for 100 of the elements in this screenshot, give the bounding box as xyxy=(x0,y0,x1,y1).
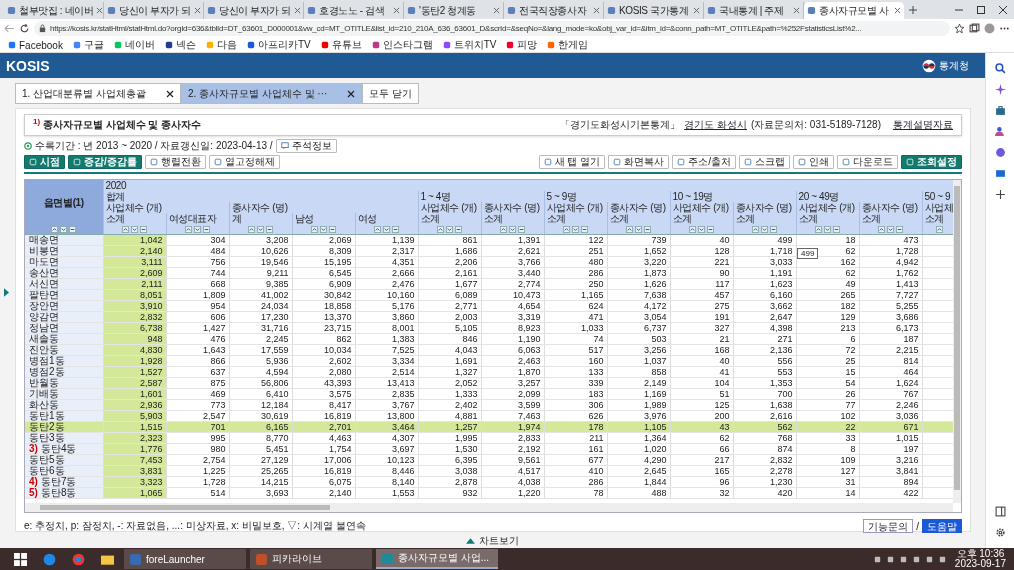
bookmark-link[interactable]: 한게임 xyxy=(547,38,589,52)
notes-button[interactable]: 주석정보 xyxy=(275,139,337,153)
close-icon[interactable] xyxy=(998,4,1008,15)
sort-descending-button[interactable] xyxy=(509,225,516,233)
sort-descending-button[interactable] xyxy=(60,225,68,233)
search-icon[interactable] xyxy=(994,63,1006,74)
sort-descending-button[interactable] xyxy=(383,225,390,233)
toolbar-button[interactable]: 스크랩 xyxy=(739,155,790,169)
reset-sort-button[interactable] xyxy=(140,225,147,233)
chart-toggle-button[interactable]: 차트보기 xyxy=(462,534,523,548)
clock[interactable]: 오후 10:36 2023-09-17 xyxy=(954,549,1006,569)
collections-icon[interactable] xyxy=(969,23,980,34)
bookmark-link[interactable]: 인스타그램 xyxy=(371,38,433,52)
toolbar-button[interactable]: 화면복사 xyxy=(608,155,670,169)
sort-descending-button[interactable] xyxy=(887,225,894,233)
site-logo[interactable]: KOSIS xyxy=(6,57,50,74)
footnote-mark[interactable]: 5) xyxy=(29,487,38,498)
toolbar-button[interactable]: 증감/증감률 xyxy=(68,155,142,169)
sort-descending-button[interactable] xyxy=(320,225,327,233)
taskbar-app[interactable]: foreLauncher xyxy=(124,549,246,569)
reset-sort-button[interactable] xyxy=(707,225,714,233)
horizontal-scrollbar[interactable] xyxy=(25,503,953,512)
sort-ascending-button[interactable] xyxy=(563,225,570,233)
reset-sort-button[interactable] xyxy=(392,225,399,233)
circle-app-icon[interactable] xyxy=(994,147,1006,158)
settings-icon[interactable] xyxy=(994,527,1006,538)
start-icon[interactable] xyxy=(14,552,27,566)
sparkle-icon[interactable] xyxy=(994,84,1006,95)
plus-icon[interactable] xyxy=(994,189,1006,200)
maximize-icon[interactable] xyxy=(976,4,986,15)
sort-ascending-button[interactable] xyxy=(185,225,192,233)
sort-ascending-button[interactable] xyxy=(752,225,759,233)
bookmark-link[interactable]: 넥슨 xyxy=(164,38,196,52)
expand-handle-icon[interactable] xyxy=(4,288,9,297)
bookmark-link[interactable]: 다음 xyxy=(205,38,237,52)
toolbar-button[interactable]: 새 탭 열기 xyxy=(538,155,606,169)
reset-sort-button[interactable] xyxy=(518,225,525,233)
sort-descending-button[interactable] xyxy=(824,225,831,233)
bookmark-link[interactable]: 피망 xyxy=(506,38,538,52)
back-icon[interactable] xyxy=(4,23,15,34)
browser-icon[interactable] xyxy=(72,552,85,566)
reset-sort-button[interactable] xyxy=(203,225,210,233)
bookmark-link[interactable]: Facebook xyxy=(8,39,63,51)
statistics-description-link[interactable]: 통계설명자료 xyxy=(893,118,953,132)
sort-descending-button[interactable] xyxy=(257,225,264,233)
sidebar-toggle-icon[interactable] xyxy=(994,506,1006,517)
profile-avatar-icon[interactable] xyxy=(984,23,995,34)
reset-sort-button[interactable] xyxy=(770,225,777,233)
sort-descending-button[interactable] xyxy=(698,225,705,233)
reset-sort-button[interactable] xyxy=(455,225,462,233)
sort-ascending-button[interactable] xyxy=(311,225,318,233)
sort-descending-button[interactable] xyxy=(635,225,642,233)
briefcase-icon[interactable] xyxy=(994,105,1006,116)
help-button[interactable]: 도움말 xyxy=(922,519,962,533)
sort-ascending-button[interactable] xyxy=(51,225,59,233)
agency-logo[interactable]: 통계청 xyxy=(912,58,979,73)
organization-link[interactable]: 경기도 화성시 xyxy=(684,118,747,132)
reset-sort-button[interactable] xyxy=(581,225,588,233)
bookmark-link[interactable]: 아프리카TV xyxy=(246,38,311,52)
close-icon[interactable] xyxy=(347,89,356,98)
toolbar-button[interactable]: 시점 xyxy=(24,155,65,169)
footnote-mark[interactable]: 4) xyxy=(29,476,38,487)
browser-tab[interactable]: 종사자규모별 사 xyxy=(804,2,904,19)
favorite-icon[interactable] xyxy=(954,23,965,34)
vertical-scrollbar[interactable] xyxy=(953,180,961,503)
people-icon[interactable] xyxy=(994,126,1006,137)
sort-ascending-button[interactable] xyxy=(626,225,633,233)
toolbar-button[interactable]: 인쇄 xyxy=(793,155,834,169)
toolbar-button[interactable]: 다운로드 xyxy=(837,155,898,169)
footnote-mark[interactable]: 3) xyxy=(29,443,38,454)
mail-icon[interactable] xyxy=(994,168,1006,179)
sort-descending-button[interactable] xyxy=(131,225,138,233)
reset-sort-button[interactable] xyxy=(329,225,336,233)
bookmark-link[interactable]: 네이버 xyxy=(113,38,155,52)
sort-descending-button[interactable] xyxy=(446,225,453,233)
content-tab[interactable]: 2. 종사자규모별 사업체수 및 ··· xyxy=(180,83,363,104)
sort-descending-button[interactable] xyxy=(572,225,579,233)
sort-ascending-button[interactable] xyxy=(122,225,129,233)
close-icon[interactable] xyxy=(165,89,174,98)
reset-sort-button[interactable] xyxy=(896,225,903,233)
reload-icon[interactable] xyxy=(19,23,30,34)
bookmark-link[interactable]: 트위치TV xyxy=(442,38,497,52)
sort-descending-button[interactable] xyxy=(194,225,201,233)
toolbar-button[interactable]: 주소/출처 xyxy=(672,155,736,169)
sort-ascending-button[interactable] xyxy=(374,225,381,233)
sort-ascending-button[interactable] xyxy=(689,225,696,233)
sort-ascending-button[interactable] xyxy=(500,225,507,233)
sort-descending-button[interactable] xyxy=(761,225,768,233)
taskbar-app[interactable]: 피카라이브 xyxy=(250,549,372,569)
toolbar-button[interactable]: 열고정해제 xyxy=(208,155,280,169)
sort-ascending-button[interactable] xyxy=(437,225,444,233)
reset-sort-button[interactable] xyxy=(833,225,840,233)
bookmark-link[interactable]: 유튜브 xyxy=(320,38,362,52)
sort-ascending-button[interactable] xyxy=(878,225,885,233)
toolbar-button[interactable]: 행렬전환 xyxy=(144,155,206,169)
bookmark-link[interactable]: 구글 xyxy=(72,38,104,52)
browser-icon[interactable] xyxy=(43,552,56,566)
sort-ascending-button[interactable] xyxy=(815,225,822,233)
new-tab-icon[interactable] xyxy=(908,4,918,15)
address-field[interactable] xyxy=(34,21,950,36)
